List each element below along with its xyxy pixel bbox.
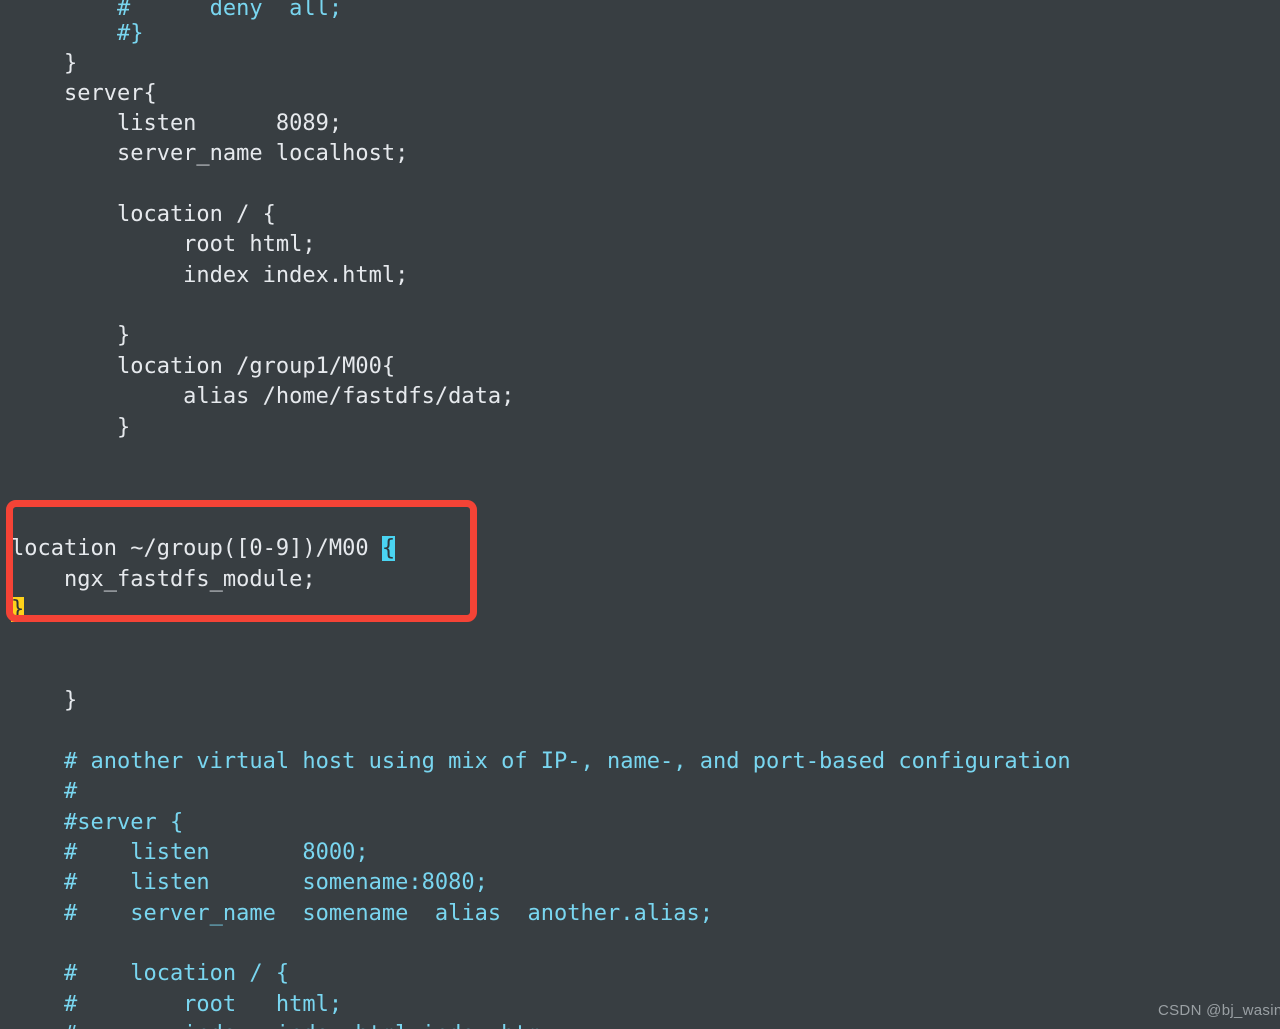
code-line[interactable]: }	[11, 686, 77, 716]
code-text: ngx_fastdfs_module;	[11, 567, 316, 592]
code-line[interactable]: server{	[11, 79, 157, 109]
code-text: }	[11, 688, 78, 713]
code-line[interactable]: }	[11, 595, 25, 625]
code-text: # location / {	[11, 961, 290, 986]
code-text: # root html;	[11, 992, 343, 1017]
matching-brace-open-highlight: {	[381, 536, 396, 561]
code-text: listen 8089;	[11, 111, 343, 136]
code-line[interactable]: location /group1/M00{	[11, 352, 395, 382]
code-line[interactable]: }	[11, 413, 130, 443]
code-line[interactable]: root html;	[11, 230, 316, 260]
code-line[interactable]: #	[11, 777, 77, 807]
code-text: #	[11, 779, 78, 804]
code-text: root html;	[11, 232, 316, 257]
code-line[interactable]: # listen 8000;	[11, 838, 369, 868]
code-line[interactable]: }	[11, 321, 130, 351]
code-text: }	[11, 323, 131, 348]
code-line[interactable]: # listen somename:8080;	[11, 868, 488, 898]
matching-brace-close-highlight: }	[11, 597, 25, 622]
code-line[interactable]: location ~/group([0-9])/M00 {	[11, 534, 396, 564]
code-text: # listen 8000;	[11, 840, 369, 865]
code-line[interactable]: # server_name somename alias another.ali…	[11, 899, 713, 929]
code-text: location ~/group([0-9])/M00	[11, 536, 382, 561]
code-line[interactable]: # index index.html index.htm;	[11, 1020, 554, 1029]
nginx-config-code[interactable]: # deny all; #} } server{ listen 8089; se…	[0, 0, 1280, 1029]
code-text: location / {	[11, 202, 276, 227]
code-line[interactable]: listen 8089;	[11, 109, 342, 139]
code-text: # listen somename:8080;	[11, 870, 488, 895]
code-line[interactable]: # another virtual host using mix of IP-,…	[11, 747, 1071, 777]
code-line[interactable]: server_name localhost;	[11, 139, 408, 169]
code-line[interactable]: #server {	[11, 808, 183, 838]
code-text: server_name localhost;	[11, 141, 409, 166]
code-line[interactable]: # location / {	[11, 959, 289, 989]
code-text: index index.html;	[11, 263, 409, 288]
code-line[interactable]: alias /home/fastdfs/data;	[11, 382, 514, 412]
code-text: # deny all;	[11, 0, 343, 21]
code-text: alias /home/fastdfs/data;	[11, 384, 515, 409]
code-text: server{	[11, 81, 157, 106]
code-editor-screen: # deny all; #} } server{ listen 8089; se…	[0, 0, 1280, 1029]
code-text: # index index.html index.htm;	[11, 1022, 554, 1029]
code-text: #}	[11, 21, 144, 46]
code-text: # server_name somename alias another.ali…	[11, 901, 713, 926]
code-line[interactable]: #}	[11, 19, 144, 49]
code-line[interactable]: index index.html;	[11, 261, 408, 291]
code-line[interactable]: }	[11, 49, 77, 79]
code-line[interactable]: location / {	[11, 200, 276, 230]
code-text: }	[11, 415, 131, 440]
code-line[interactable]: ngx_fastdfs_module;	[11, 565, 316, 595]
code-text: # another virtual host using mix of IP-,…	[11, 749, 1071, 774]
code-text: location /group1/M00{	[11, 354, 396, 379]
csdn-watermark: CSDN @bj_wasin	[1158, 1002, 1280, 1019]
code-text: #server {	[11, 810, 184, 835]
code-line[interactable]: # root html;	[11, 990, 342, 1020]
code-text: }	[11, 51, 78, 76]
